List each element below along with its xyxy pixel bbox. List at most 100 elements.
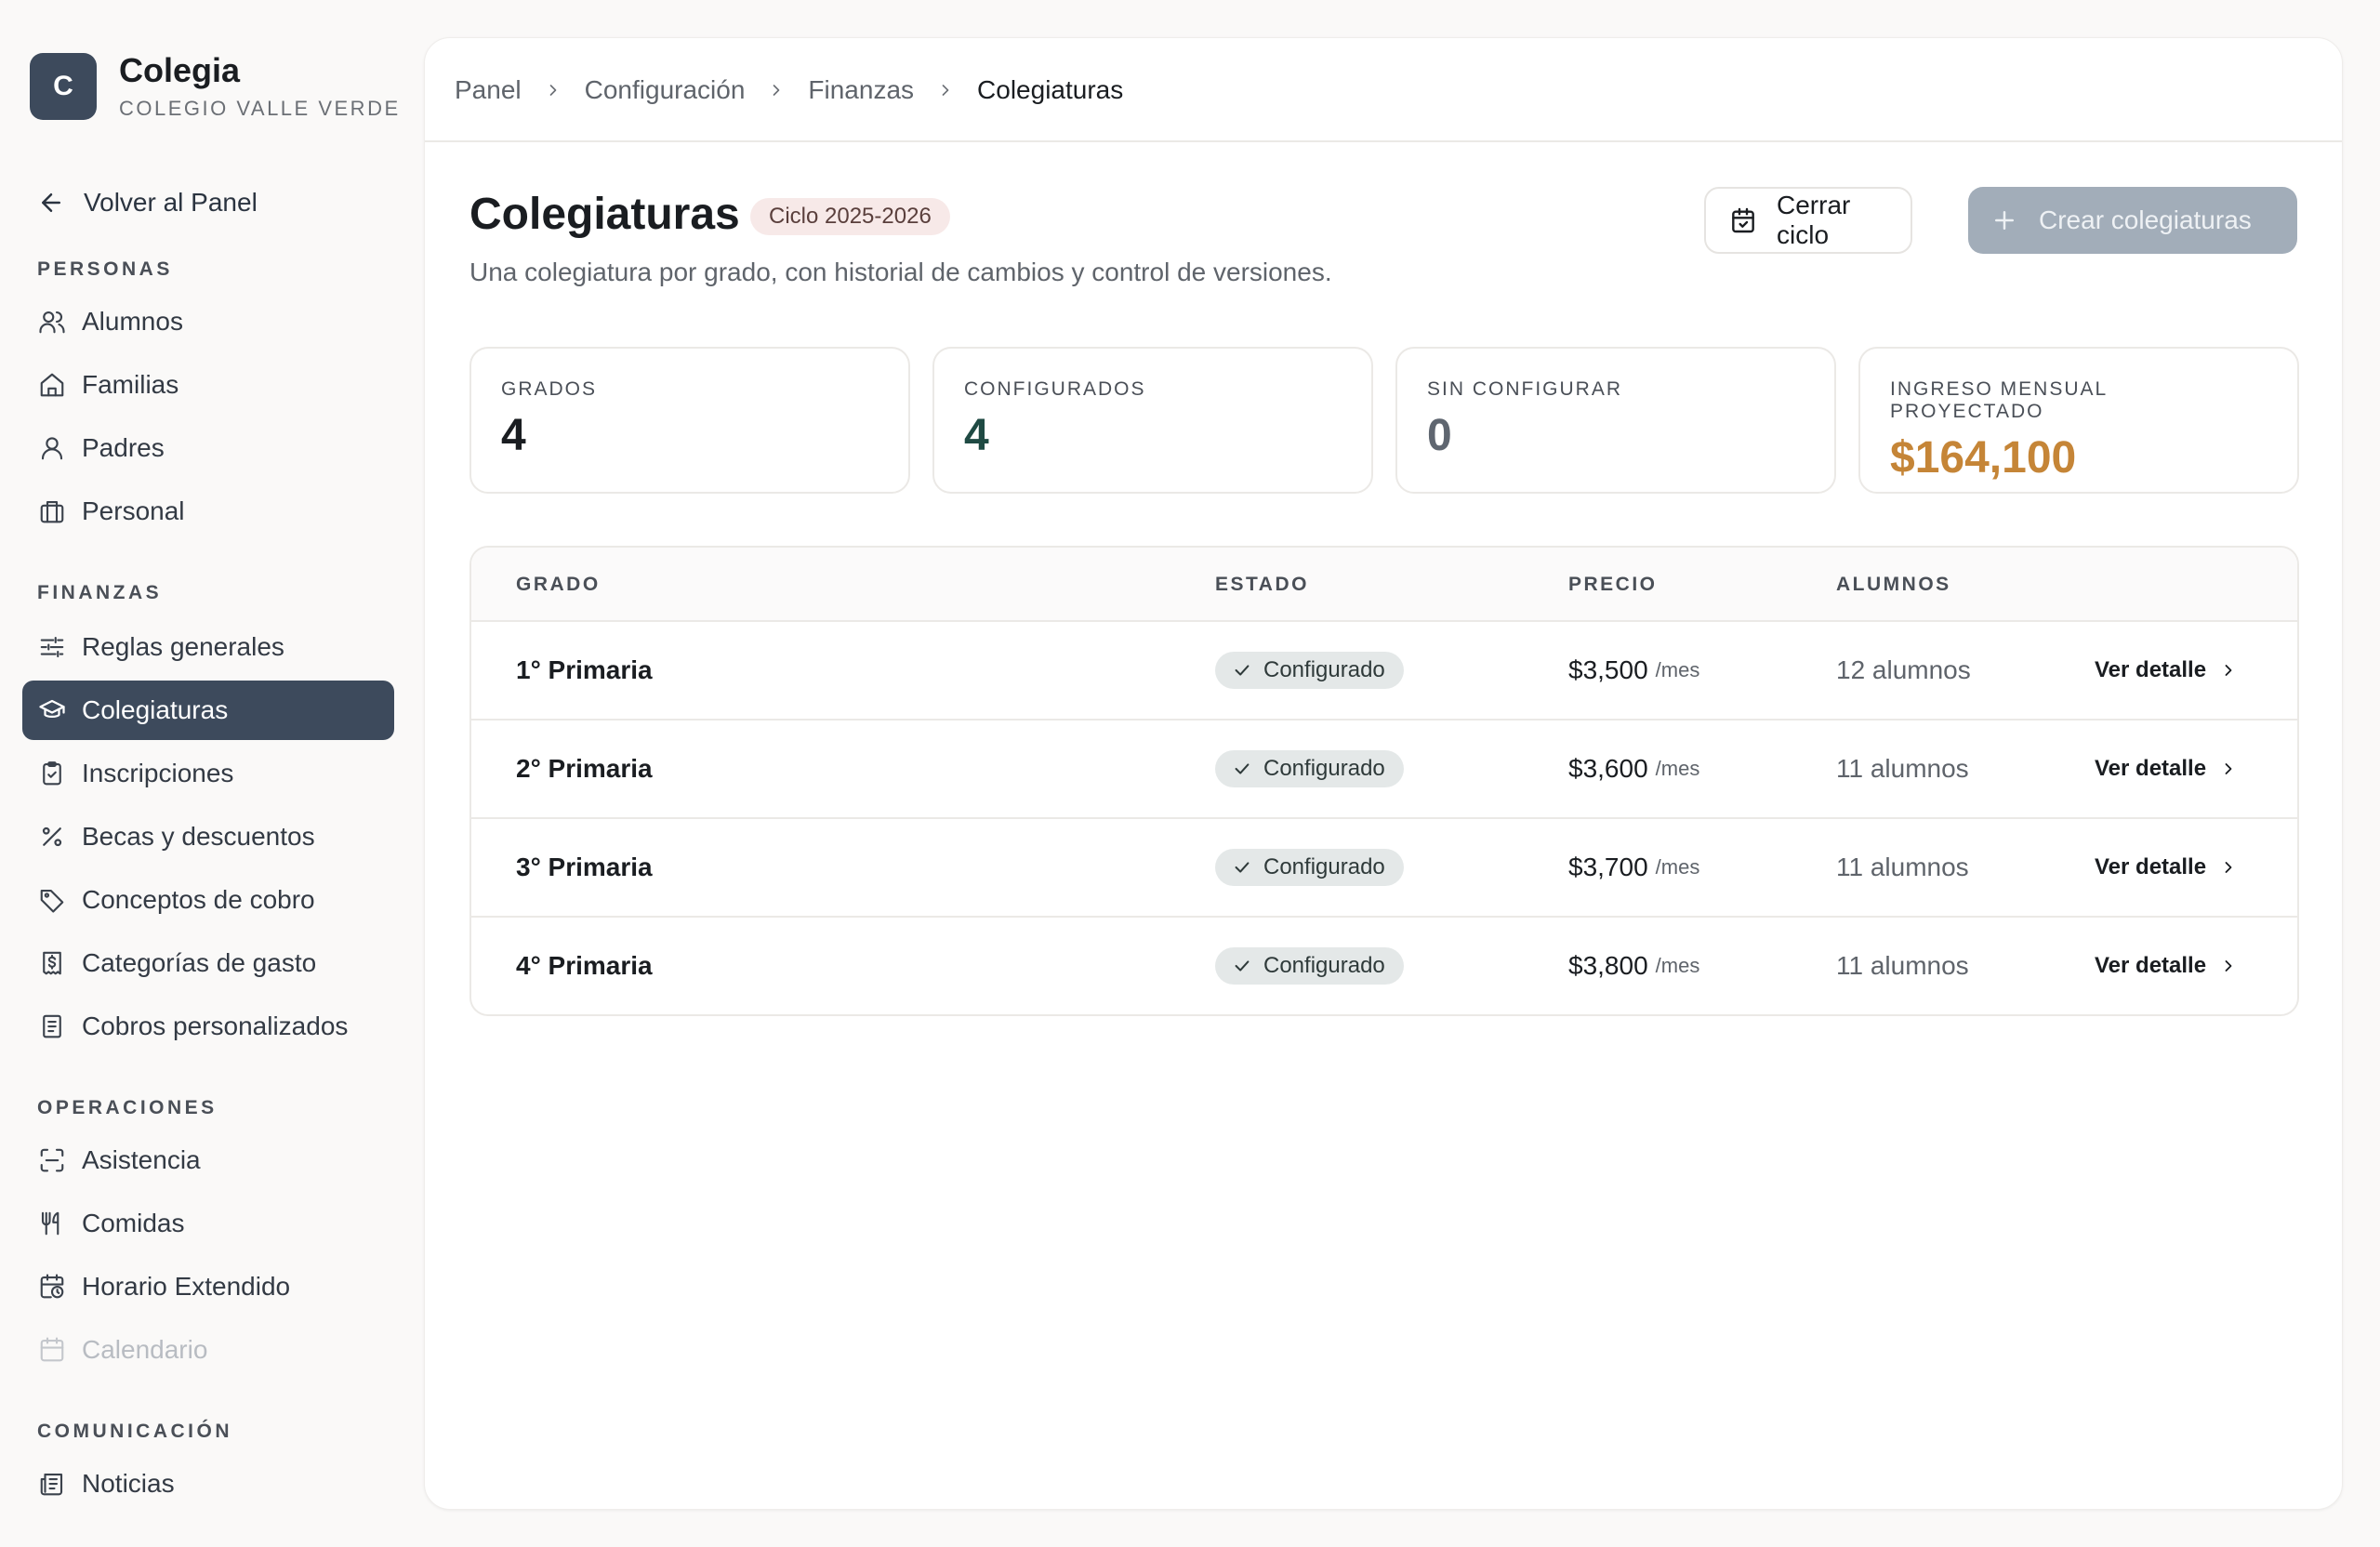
student-count: 11 alumnos bbox=[1836, 951, 1969, 980]
arrow-left-icon bbox=[37, 189, 65, 217]
close-cycle-button[interactable]: Cerrar ciclo bbox=[1704, 187, 1912, 254]
student-count: 11 alumnos bbox=[1836, 754, 1969, 783]
sidebar-item-conceptos-cobro[interactable]: Conceptos de cobro bbox=[22, 870, 394, 930]
sidebar-item-inscripciones[interactable]: Inscripciones bbox=[22, 744, 394, 803]
main-panel: Panel Configuración Finanzas Colegiatura… bbox=[424, 37, 2343, 1510]
column-header-alumnos: ALUMNOS bbox=[1836, 574, 1951, 595]
view-detail-link[interactable]: Ver detalle bbox=[2095, 622, 2238, 719]
sidebar-item-categorias-gasto[interactable]: Categorías de gasto bbox=[22, 933, 394, 993]
sidebar-item-comidas[interactable]: Comidas bbox=[22, 1194, 394, 1253]
utensils-icon bbox=[37, 1209, 67, 1238]
page-title: Colegiaturas bbox=[469, 190, 740, 239]
graduation-cap-icon bbox=[37, 695, 67, 725]
table-row: 1° Primaria Configurado $3,500 /mes 12 a… bbox=[471, 622, 2297, 721]
sidebar-item-personal[interactable]: Personal bbox=[22, 482, 394, 541]
calendar-check-icon bbox=[1728, 205, 1758, 235]
page-subtitle: Una colegiatura por grado, con historial… bbox=[469, 258, 1332, 286]
cycle-badge: Ciclo 2025-2026 bbox=[750, 198, 950, 235]
section-title-comunicacion: COMUNICACIÓN bbox=[37, 1421, 232, 1442]
status-badge: Configurado bbox=[1215, 652, 1404, 689]
check-icon bbox=[1232, 857, 1252, 878]
sidebar-item-reglas-generales[interactable]: Reglas generales bbox=[22, 617, 394, 677]
receipt-icon bbox=[37, 1012, 67, 1041]
breadcrumb-finanzas[interactable]: Finanzas bbox=[808, 75, 914, 105]
sidebar-item-familias[interactable]: Familias bbox=[22, 355, 394, 415]
breadcrumb-colegiaturas: Colegiaturas bbox=[977, 75, 1124, 104]
sidebar: C Colegia COLEGIO VALLE VERDE Volver al … bbox=[0, 0, 409, 1547]
sidebar-item-noticias[interactable]: Noticias bbox=[22, 1454, 394, 1514]
tuition-table: GRADO ESTADO PRECIO ALUMNOS 1° Primaria … bbox=[469, 546, 2299, 1016]
stat-card-ingreso-mensual: INGRESO MENSUAL PROYECTADO $164,100 bbox=[1858, 347, 2299, 494]
sidebar-item-cobros-personalizados[interactable]: Cobros personalizados bbox=[22, 997, 394, 1056]
sliders-icon bbox=[37, 632, 67, 662]
brand-logo: C bbox=[30, 53, 97, 120]
clipboard-check-icon bbox=[37, 759, 67, 788]
breadcrumb-panel[interactable]: Panel bbox=[455, 75, 522, 105]
table-header: GRADO ESTADO PRECIO ALUMNOS bbox=[471, 548, 2297, 622]
breadcrumb-configuracion[interactable]: Configuración bbox=[585, 75, 746, 105]
chevron-right-icon bbox=[544, 81, 562, 99]
check-icon bbox=[1232, 759, 1252, 779]
section-title-finanzas: FINANZAS bbox=[37, 582, 163, 603]
chevron-right-icon bbox=[767, 81, 786, 99]
calendar-icon bbox=[37, 1335, 67, 1365]
chevron-right-icon bbox=[2219, 760, 2238, 778]
stat-card-configurados: CONFIGURADOS 4 bbox=[932, 347, 1373, 494]
table-row: 4° Primaria Configurado $3,800 /mes 11 a… bbox=[471, 918, 2297, 1014]
price-value: $3,500 bbox=[1568, 655, 1648, 684]
view-detail-link[interactable]: Ver detalle bbox=[2095, 721, 2238, 817]
view-detail-link[interactable]: Ver detalle bbox=[2095, 918, 2238, 1014]
calendar-clock-icon bbox=[37, 1272, 67, 1302]
sidebar-item-alumnos[interactable]: Alumnos bbox=[22, 292, 394, 351]
user-icon bbox=[37, 433, 67, 463]
column-header-precio: PRECIO bbox=[1568, 574, 1658, 595]
section-title-operaciones: OPERACIONES bbox=[37, 1097, 218, 1118]
sidebar-item-colegiaturas[interactable]: Colegiaturas bbox=[22, 681, 394, 740]
sidebar-item-becas-descuentos[interactable]: Becas y descuentos bbox=[22, 807, 394, 866]
brand: C Colegia COLEGIO VALLE VERDE bbox=[30, 50, 401, 123]
school-name: COLEGIO VALLE VERDE bbox=[119, 97, 401, 120]
create-tuition-button[interactable]: Crear colegiaturas bbox=[1968, 187, 2297, 254]
table-row: 2° Primaria Configurado $3,600 /mes 11 a… bbox=[471, 721, 2297, 819]
newspaper-icon bbox=[37, 1469, 67, 1499]
table-row: 3° Primaria Configurado $3,700 /mes 11 a… bbox=[471, 819, 2297, 918]
section-title-personas: PERSONAS bbox=[37, 258, 173, 280]
stat-card-sin-configurar: SIN CONFIGURAR 0 bbox=[1395, 347, 1836, 494]
view-detail-link[interactable]: Ver detalle bbox=[2095, 819, 2238, 916]
sidebar-item-padres[interactable]: Padres bbox=[22, 418, 394, 478]
plus-icon bbox=[1990, 206, 2018, 234]
receipt-dollar-icon bbox=[37, 948, 67, 978]
sidebar-item-horario-extendido[interactable]: Horario Extendido bbox=[22, 1257, 394, 1316]
price-value: $3,800 bbox=[1568, 951, 1648, 980]
briefcase-icon bbox=[37, 496, 67, 526]
brand-name: Colegia bbox=[119, 51, 241, 89]
status-badge: Configurado bbox=[1215, 849, 1404, 886]
column-header-estado: ESTADO bbox=[1215, 574, 1309, 595]
stat-card-grados: GRADOS 4 bbox=[469, 347, 910, 494]
percent-icon bbox=[37, 822, 67, 852]
sidebar-item-asistencia[interactable]: Asistencia bbox=[22, 1130, 394, 1190]
stat-value: $164,100 bbox=[1890, 433, 2077, 483]
header-divider bbox=[425, 140, 2342, 142]
chevron-right-icon bbox=[936, 81, 955, 99]
sidebar-item-calendario[interactable]: Calendario bbox=[22, 1320, 394, 1380]
back-link-label: Volver al Panel bbox=[84, 188, 258, 217]
stat-value: 4 bbox=[964, 411, 989, 460]
price-value: $3,700 bbox=[1568, 853, 1648, 881]
scan-icon bbox=[37, 1145, 67, 1175]
chevron-right-icon bbox=[2219, 661, 2238, 680]
status-badge: Configurado bbox=[1215, 947, 1404, 985]
status-badge: Configurado bbox=[1215, 750, 1404, 787]
price-value: $3,600 bbox=[1568, 754, 1648, 783]
check-icon bbox=[1232, 956, 1252, 976]
stat-value: 4 bbox=[501, 411, 526, 460]
tag-icon bbox=[37, 885, 67, 915]
chevron-right-icon bbox=[2219, 858, 2238, 877]
student-count: 11 alumnos bbox=[1836, 853, 1969, 881]
home-icon bbox=[37, 370, 67, 400]
stat-value: 0 bbox=[1427, 411, 1452, 460]
breadcrumb: Panel Configuración Finanzas Colegiatura… bbox=[455, 70, 1123, 111]
check-icon bbox=[1232, 660, 1252, 681]
users-icon bbox=[37, 307, 67, 337]
back-to-panel-link[interactable]: Volver al Panel bbox=[37, 182, 258, 223]
